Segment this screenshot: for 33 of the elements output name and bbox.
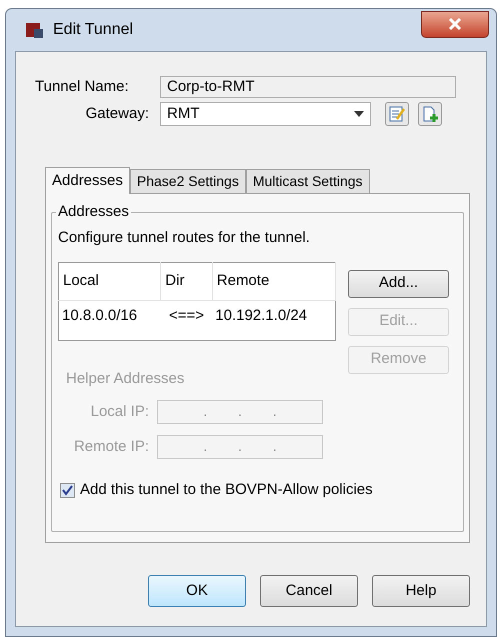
checkbox[interactable]	[60, 482, 75, 498]
field-label: Local IP:	[90, 402, 150, 422]
add-document-icon	[421, 105, 439, 123]
field-label: Gateway:	[84, 104, 150, 124]
new-gateway-button[interactable]	[418, 102, 442, 126]
checkbox-label: Add this tunnel to the BOVPN-Allow policies	[80, 480, 373, 500]
column-header: Dir	[160, 262, 212, 300]
description-text: Configure tunnel routes for the tunnel.	[58, 228, 311, 248]
app-icon	[25, 20, 45, 40]
helper-title: Helper Addresses	[66, 368, 186, 388]
edit-gateway-button[interactable]	[385, 102, 409, 126]
table-cell: <==>	[160, 300, 212, 340]
dialog-button[interactable]: OK	[148, 575, 246, 607]
check-icon	[62, 484, 73, 496]
tab[interactable]: Phase2 Settings	[130, 169, 246, 193]
dialog-button[interactable]: Help	[372, 575, 470, 607]
close-button[interactable]	[421, 10, 489, 38]
dialog-button[interactable]: Cancel	[260, 575, 358, 607]
tab[interactable]: Multicast Settings	[246, 169, 370, 193]
tunnel-name-field[interactable]: Corp-to-RMT	[160, 76, 456, 98]
window-title: Edit Tunnel	[53, 20, 134, 40]
field-label: Tunnel Name:	[35, 76, 130, 97]
gateway-select[interactable]: RMT	[160, 102, 371, 126]
column-header: Remote	[212, 262, 336, 300]
field-label: Remote IP:	[72, 436, 150, 457]
column-header: Local	[58, 262, 161, 300]
close-icon	[448, 18, 462, 30]
table-cell: 10.192.1.0/24	[212, 300, 336, 340]
table-cell: 10.8.0.0/16	[58, 300, 161, 340]
dialog-button[interactable]: Add...	[348, 270, 449, 298]
edit-document-icon	[388, 105, 406, 123]
dropdown-arrow-icon	[354, 111, 364, 117]
tab[interactable]: Addresses	[45, 167, 130, 194]
